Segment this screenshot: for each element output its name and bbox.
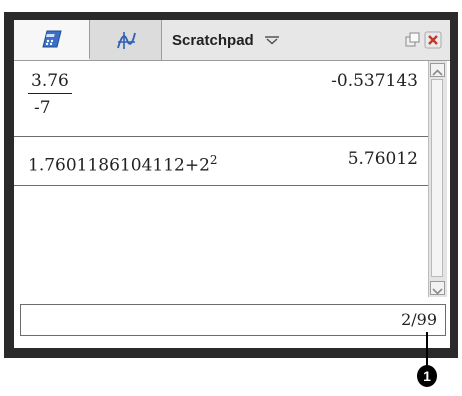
scroll-down-button[interactable]: [430, 281, 445, 295]
fraction-denominator: -7: [34, 98, 51, 118]
scroll-track[interactable]: [431, 79, 443, 277]
restore-icon[interactable]: [404, 31, 422, 49]
callout-number: 1: [417, 365, 437, 387]
history-counter: 2/99: [401, 310, 437, 329]
window-controls: [404, 31, 442, 49]
entry-line[interactable]: 2/99: [20, 304, 446, 336]
fraction-expression: 3.76 -7: [28, 71, 72, 118]
fraction-numerator: 3.76: [28, 71, 72, 94]
chevron-up-icon: [432, 69, 443, 76]
scratchpad-title: Scratchpad: [172, 31, 254, 49]
chevron-down-icon: [432, 288, 443, 295]
chevron-down-icon[interactable]: [264, 35, 280, 45]
history-entry[interactable]: 3.76 -7 -0.537143: [14, 61, 428, 137]
history-result: -0.537143: [331, 71, 418, 91]
tab-bar: Scratchpad: [14, 20, 450, 61]
scroll-up-button[interactable]: [430, 63, 445, 77]
power-expression: 1.7601186104112+22: [28, 153, 218, 176]
calculator-icon: [41, 30, 62, 48]
tab-graphs[interactable]: [90, 20, 162, 60]
vertical-scrollbar[interactable]: [428, 61, 447, 297]
calculation-history: 3.76 -7 -0.537143 1.7601186104112+22 5.7…: [14, 61, 428, 297]
expression-base: 1.7601186104112+2: [28, 155, 210, 176]
expression-exponent: 2: [209, 153, 218, 167]
history-result: 5.76012: [347, 149, 418, 169]
tab-calculator[interactable]: [14, 20, 90, 60]
graph-icon: [116, 32, 136, 49]
close-icon[interactable]: [424, 31, 442, 49]
callout-line: [426, 332, 428, 368]
scratchpad-screen: Scratchpad 3.76 -7 -0.537143 1.760118610…: [14, 20, 450, 348]
entry-line-area: 2/99: [14, 298, 450, 348]
history-entry[interactable]: 1.7601186104112+22 5.76012: [14, 137, 428, 186]
